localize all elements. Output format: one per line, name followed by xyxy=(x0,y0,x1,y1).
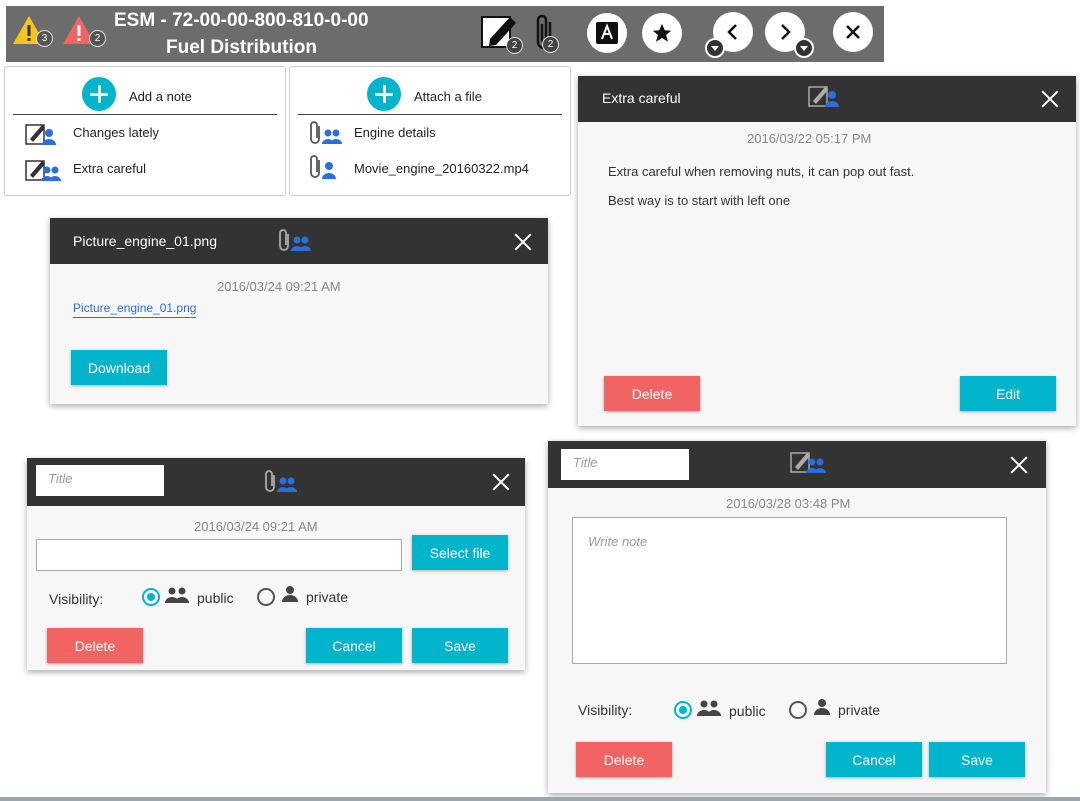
star-icon xyxy=(652,23,672,42)
edit-button[interactable]: Edit xyxy=(960,376,1056,411)
note-public-icon xyxy=(25,158,63,187)
attachments-button[interactable]: 2 xyxy=(532,12,562,54)
download-button[interactable]: Download xyxy=(71,350,167,385)
visibility-label: Visibility: xyxy=(578,702,633,718)
attachments-count: 2 xyxy=(542,36,559,53)
delete-button[interactable]: Delete xyxy=(604,376,700,411)
files-panel: Attach a file Engine details Movie_engin… xyxy=(289,66,571,196)
attachment-public-icon xyxy=(278,229,314,258)
note-view-dialog: Extra careful 2016/03/22 05:17 PM Extra … xyxy=(578,76,1076,426)
bottom-border xyxy=(0,797,1080,801)
notes-panel: Add a note Changes lately Extra careful xyxy=(4,66,286,196)
person-icon xyxy=(813,698,831,721)
font-button[interactable] xyxy=(587,13,627,53)
private-radio[interactable] xyxy=(789,701,807,719)
divider xyxy=(298,114,562,115)
chevron-left-icon xyxy=(727,24,737,40)
timestamp: 2016/03/24 09:21 AM xyxy=(217,279,341,294)
public-radio[interactable] xyxy=(674,701,692,719)
save-button[interactable]: Save xyxy=(929,742,1025,777)
file-edit-dialog: Title 2016/03/24 09:21 AM Select file Vi… xyxy=(27,458,525,670)
delete-button[interactable]: Delete xyxy=(576,742,672,777)
warning-yellow-icon[interactable]: 3 xyxy=(12,14,53,47)
note-private-icon xyxy=(808,84,842,113)
font-a-icon xyxy=(596,22,618,44)
file-path-input[interactable] xyxy=(36,539,402,571)
file-public-icon xyxy=(308,120,346,151)
file-private-icon xyxy=(308,154,342,185)
attachment-public-icon xyxy=(264,470,300,499)
file-item-engine-details[interactable]: Engine details xyxy=(354,125,436,140)
add-note-icon[interactable] xyxy=(82,77,116,111)
timestamp: 2016/03/28 03:48 PM xyxy=(726,496,851,511)
delete-button[interactable]: Delete xyxy=(47,628,143,663)
file-item-movie-engine[interactable]: Movie_engine_20160322.mp4 xyxy=(354,161,529,176)
warning-red-icon[interactable]: 2 xyxy=(62,14,106,47)
notes-count: 2 xyxy=(506,37,523,54)
private-label[interactable]: private xyxy=(306,589,348,605)
note-line-2: Best way is to start with left one xyxy=(608,193,791,208)
visibility-label: Visibility: xyxy=(49,591,104,607)
previous-dropdown-icon[interactable] xyxy=(705,38,725,58)
note-line-1: Extra careful when removing nuts, it can… xyxy=(608,164,915,179)
note-item-extra-careful[interactable]: Extra careful xyxy=(73,161,146,176)
close-icon[interactable] xyxy=(1010,456,1028,474)
chevron-right-icon xyxy=(781,24,791,40)
file-link[interactable]: Picture_engine_01.png xyxy=(73,301,197,318)
favorite-button[interactable] xyxy=(642,13,682,53)
person-icon xyxy=(281,585,299,608)
add-note-label[interactable]: Add a note xyxy=(129,89,192,104)
public-label[interactable]: public xyxy=(197,590,234,606)
close-button[interactable] xyxy=(833,12,873,52)
attach-file-icon[interactable] xyxy=(367,77,401,111)
attach-file-label[interactable]: Attach a file xyxy=(414,89,482,104)
warning-red-count: 2 xyxy=(89,30,106,47)
note-public-icon xyxy=(790,450,828,479)
cancel-button[interactable]: Cancel xyxy=(826,742,922,777)
page-title: ESM - 72-00-00-800-810-0-00 xyxy=(114,10,369,31)
title-input[interactable]: Title xyxy=(561,449,689,480)
note-private-icon xyxy=(25,122,59,151)
close-icon[interactable] xyxy=(492,473,510,491)
note-item-changes-lately[interactable]: Changes lately xyxy=(73,125,159,140)
warning-yellow-count: 3 xyxy=(36,30,53,47)
group-icon xyxy=(165,586,189,609)
private-radio[interactable] xyxy=(257,588,275,606)
notes-button[interactable]: 2 xyxy=(480,13,523,54)
save-button[interactable]: Save xyxy=(412,628,508,663)
dialog-title: Picture_engine_01.png xyxy=(73,233,218,249)
page-subtitle: Fuel Distribution xyxy=(166,37,317,58)
close-icon[interactable] xyxy=(514,233,532,251)
public-radio[interactable] xyxy=(142,588,160,606)
select-file-button[interactable]: Select file xyxy=(412,535,508,570)
close-icon xyxy=(846,25,860,39)
divider xyxy=(13,114,277,115)
timestamp: 2016/03/24 09:21 AM xyxy=(194,519,318,534)
note-edit-dialog: Title 2016/03/28 03:48 PM Write note Vis… xyxy=(548,441,1046,793)
file-view-dialog: Picture_engine_01.png 2016/03/24 09:21 A… xyxy=(50,218,548,404)
public-label[interactable]: public xyxy=(729,703,766,719)
private-label[interactable]: private xyxy=(838,702,880,718)
timestamp: 2016/03/22 05:17 PM xyxy=(747,131,872,146)
note-textarea[interactable]: Write note xyxy=(572,517,1007,664)
title-input[interactable]: Title xyxy=(36,465,164,496)
close-icon[interactable] xyxy=(1041,90,1059,108)
cancel-button[interactable]: Cancel xyxy=(306,628,402,663)
next-dropdown-icon[interactable] xyxy=(794,38,814,58)
dialog-title: Extra careful xyxy=(602,90,681,106)
group-icon xyxy=(697,699,721,722)
